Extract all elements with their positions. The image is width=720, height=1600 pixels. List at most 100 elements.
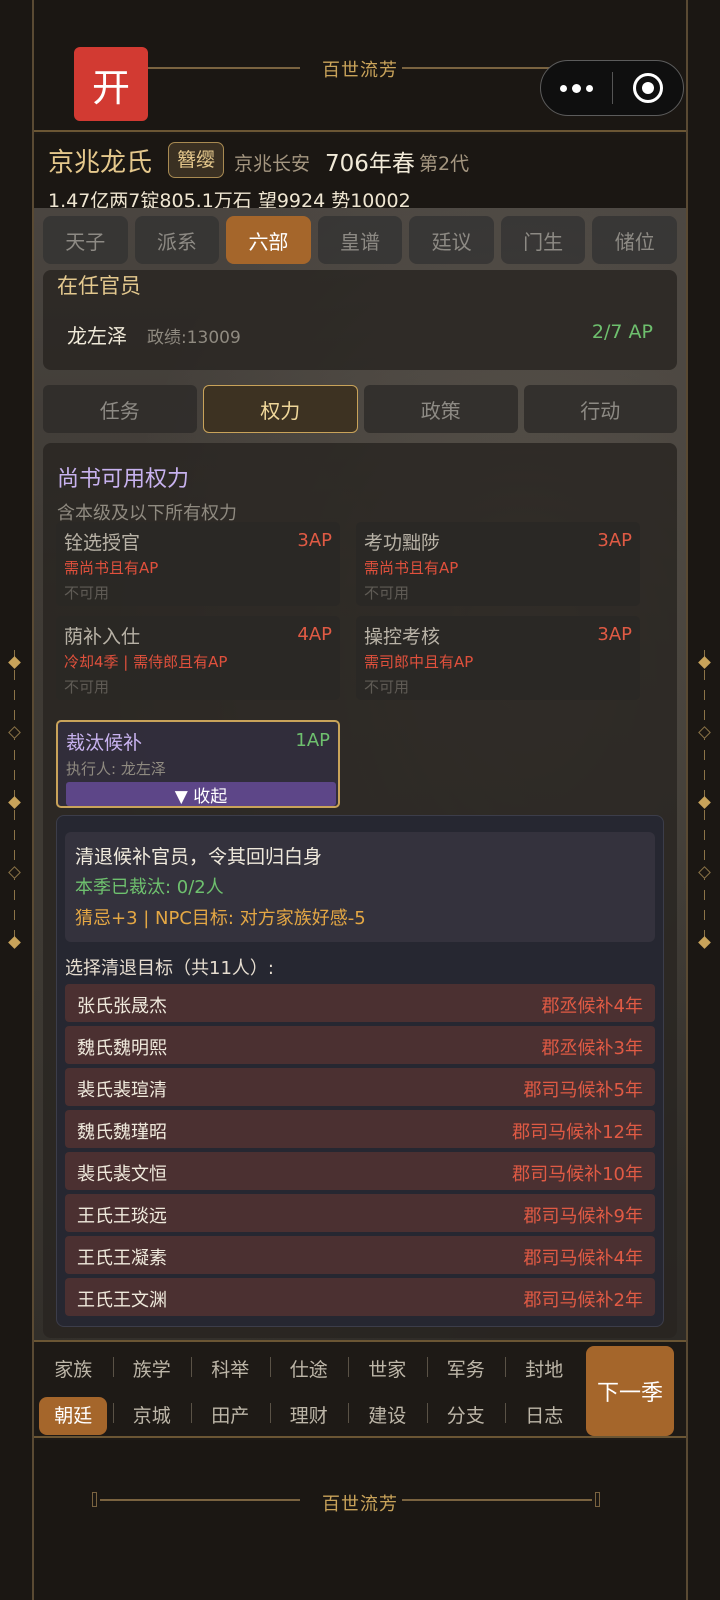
nav-item-finance[interactable]: 理财 (269, 1401, 349, 1428)
target-name: 魏氏魏明熙 (77, 1038, 167, 1059)
nav-item-military[interactable]: 军务 (426, 1355, 506, 1382)
target-info: 郡司马候补4年 (523, 1248, 643, 1269)
nav-item-land[interactable]: 田产 (191, 1401, 270, 1428)
target-row[interactable]: 王氏王文渊 郡司马候补2年 (65, 1278, 655, 1316)
official-score: 政绩:13009 (147, 328, 241, 348)
nav-item-court[interactable]: 朝廷 (34, 1396, 113, 1435)
power-cost: 3AP (297, 530, 332, 551)
right-ornament (698, 650, 712, 950)
footer-title: 百世流芳 (322, 1494, 398, 1515)
tab-huangpu[interactable]: 皇谱 (317, 216, 403, 264)
footer: 百世流芳 (34, 1440, 686, 1600)
target-info: 郡司马候补10年 (512, 1164, 643, 1185)
target-row[interactable]: 魏氏魏瑾昭 郡司马候补12年 (65, 1110, 655, 1148)
clan-name: 京兆龙氏 (48, 148, 153, 178)
power-card-selected[interactable]: 裁汰候补 1AP 执行人: 龙左泽 ▼ 收起 (56, 720, 340, 808)
power-name: 裁汰候补 (66, 732, 143, 754)
power-card[interactable]: 操控考核 3AP 需司郎中且有AP 不可用 (356, 616, 640, 700)
nav-item-clans[interactable]: 世家 (348, 1355, 427, 1382)
subtab-policy[interactable]: 政策 (364, 385, 518, 433)
target-info: 郡丞候补3年 (541, 1038, 643, 1059)
nav-item-exam[interactable]: 科举 (191, 1355, 270, 1382)
nav-item-career[interactable]: 仕途 (269, 1355, 349, 1382)
target-name: 裴氏裴瑄清 (77, 1080, 167, 1101)
left-ornament (8, 650, 22, 950)
target-row[interactable]: 裴氏裴文恒 郡司马候补10年 (65, 1152, 655, 1190)
power-state: 不可用 (364, 584, 410, 602)
target-row[interactable]: 张氏张晟杰 郡丞候补4年 (65, 984, 655, 1022)
target-info: 郡丞候补4年 (541, 996, 643, 1017)
target-info: 郡司马候补5年 (523, 1080, 643, 1101)
power-executor: 执行人: 龙左泽 (66, 760, 166, 778)
target-info: 郡司马候补2年 (523, 1290, 643, 1311)
tab-mensheng[interactable]: 门生 (500, 216, 586, 264)
target-info: 郡司马候补12年 (512, 1122, 643, 1143)
power-requirement: 需尚书且有AP (64, 559, 159, 577)
mini-program-capsule (540, 60, 684, 116)
target-row[interactable]: 裴氏裴瑄清 郡司马候补5年 (65, 1068, 655, 1106)
next-season-button[interactable]: 下一季 (586, 1346, 674, 1436)
target-row[interactable]: 魏氏魏明熙 郡丞候补3年 (65, 1026, 655, 1064)
choose-target-label: 选择清退目标（共11人）: (65, 958, 274, 979)
court-tabs: 天子 派系 六部 皇谱 廷议 门生 储位 (43, 216, 678, 264)
bottom-navigation: 家族 族学 科举 仕途 世家 军务 封地 朝廷 京城 田产 理财 建设 分支 日… (34, 1340, 686, 1438)
power-requirement: 冷却4季 | 需侍郎且有AP (64, 653, 228, 671)
tab-paixi[interactable]: 派系 (134, 216, 220, 264)
power-state: 不可用 (364, 678, 410, 696)
power-effect: 猜忌+3 | NPC目标: 对方家族好感-5 (75, 908, 366, 929)
power-cost: 1AP (295, 730, 330, 751)
close-target-icon[interactable] (613, 60, 684, 116)
open-button[interactable]: 开 (74, 47, 148, 121)
power-name: 荫补入仕 (64, 626, 141, 648)
power-state: 不可用 (64, 678, 110, 696)
power-title: 尚书可用权力 (57, 467, 190, 492)
current-year: 706年春 (325, 151, 415, 177)
power-card[interactable]: 考功黜陟 3AP 需尚书且有AP 不可用 (356, 522, 640, 606)
subtab-power[interactable]: 权力 (202, 385, 358, 433)
ministry-subtabs: 任务 权力 政策 行动 (43, 385, 677, 433)
official-row[interactable]: 龙左泽 政绩:13009 2/7 AP (53, 312, 667, 356)
nav-item-build[interactable]: 建设 (348, 1401, 427, 1428)
generation: 第2代 (419, 153, 470, 175)
target-row[interactable]: 王氏王凝素 郡司马候补4年 (65, 1236, 655, 1274)
season-progress: 本季已裁汰: 0/2人 (75, 877, 224, 898)
description-text: 清退候补官员，令其回归白身 (75, 846, 323, 868)
target-list: 张氏张晟杰 郡丞候补4年 魏氏魏明熙 郡丞候补3年 裴氏裴瑄清 郡司马候补5年 … (65, 984, 655, 1320)
target-name: 魏氏魏瑾昭 (77, 1122, 167, 1143)
target-name: 王氏王琰远 (77, 1206, 167, 1227)
power-name: 操控考核 (364, 626, 441, 648)
tab-chuwei[interactable]: 储位 (592, 216, 678, 264)
power-cost: 4AP (297, 624, 332, 645)
nav-item-capital[interactable]: 京城 (112, 1401, 192, 1428)
tab-liubu[interactable]: 六部 (226, 216, 311, 264)
more-icon[interactable] (541, 60, 612, 116)
officials-panel: 在任官员 龙左泽 政绩:13009 2/7 AP (43, 270, 677, 370)
target-row[interactable]: 王氏王琰远 郡司马候补9年 (65, 1194, 655, 1232)
subtab-tasks[interactable]: 任务 (43, 385, 197, 433)
nav-item-fief[interactable]: 封地 (505, 1355, 584, 1382)
nav-item-family[interactable]: 家族 (34, 1355, 113, 1382)
clan-info: 京兆龙氏 簪缨 京兆长安 706年春 第2代 1.47亿两7锭805.1万石 望… (34, 134, 686, 212)
target-name: 王氏王凝素 (77, 1248, 167, 1269)
tab-tianzi[interactable]: 天子 (43, 216, 128, 264)
tab-tingyi[interactable]: 廷议 (409, 216, 494, 264)
power-cost: 3AP (597, 530, 632, 551)
target-info: 郡司马候补9年 (523, 1206, 643, 1227)
official-name: 龙左泽 (67, 324, 127, 348)
official-ap: 2/7 AP (591, 321, 653, 343)
target-name: 王氏王文渊 (77, 1290, 167, 1311)
power-detail-panel: 清退候补官员，令其回归白身 本季已裁汰: 0/2人 猜忌+3 | NPC目标: … (56, 815, 664, 1327)
power-requirement: 需尚书且有AP (364, 559, 459, 577)
power-description: 清退候补官员，令其回归白身 本季已裁汰: 0/2人 猜忌+3 | NPC目标: … (65, 832, 655, 942)
power-card[interactable]: 铨选授官 3AP 需尚书且有AP 不可用 (56, 522, 340, 606)
collapse-button[interactable]: ▼ 收起 (66, 782, 336, 807)
subtab-action[interactable]: 行动 (523, 385, 677, 433)
nav-item-branch[interactable]: 分支 (426, 1401, 506, 1428)
nav-item-school[interactable]: 族学 (112, 1355, 192, 1382)
rank-badge: 簪缨 (168, 142, 225, 178)
power-card[interactable]: 荫补入仕 4AP 冷却4季 | 需侍郎且有AP 不可用 (56, 616, 340, 700)
power-name: 考功黜陟 (364, 532, 441, 554)
target-name: 张氏张晟杰 (77, 996, 167, 1017)
nav-item-log[interactable]: 日志 (505, 1401, 584, 1428)
officials-title: 在任官员 (57, 274, 141, 298)
